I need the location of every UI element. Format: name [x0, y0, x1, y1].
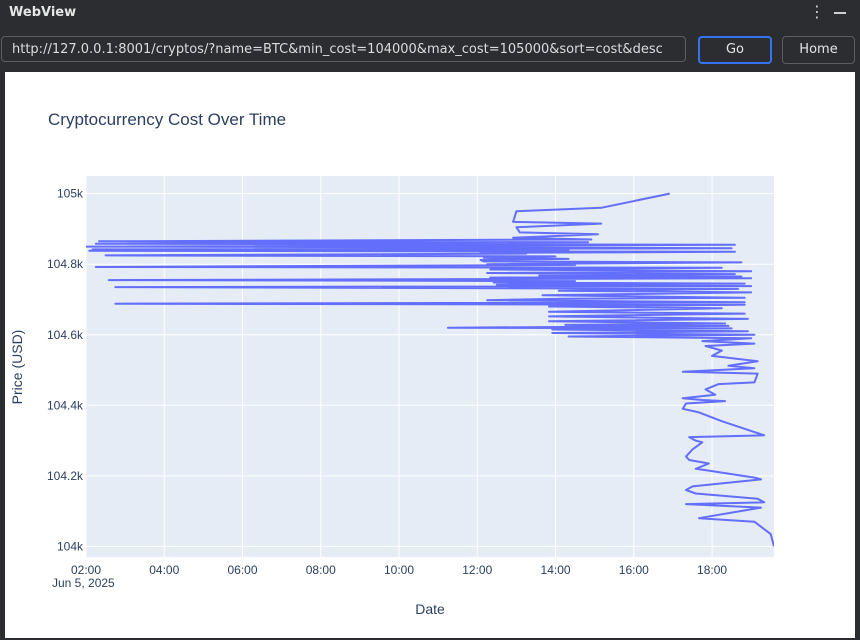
y-tick-label: 104k	[57, 539, 84, 553]
home-button[interactable]: Home	[782, 36, 855, 64]
x-axis-label: Date	[415, 601, 445, 617]
x-tick-label: 16:00	[619, 563, 649, 577]
price-line-chart: 02:00 04:00 06:00 08:00 10:00 12:00 14:00 16:00…	[9, 110, 774, 617]
x-axis-date-label: Jun 5, 2025	[52, 576, 115, 590]
y-axis-ticks: 104k 104.2k 104.4k 104.6k 104.8k 105k	[47, 187, 84, 554]
y-tick-label: 104.2k	[47, 469, 84, 483]
y-axis-label: Price (USD)	[9, 330, 25, 405]
minimize-icon[interactable]	[834, 12, 846, 14]
y-tick-label: 104.8k	[47, 257, 84, 271]
plot-area	[86, 176, 774, 557]
x-tick-label: 02:00	[71, 563, 101, 577]
y-tick-label: 105k	[57, 187, 84, 201]
window-titlebar: WebView ⋮	[0, 0, 860, 26]
web-content: 02:00 04:00 06:00 08:00 10:00 12:00 14:00 16:00…	[5, 72, 855, 638]
x-tick-label: 08:00	[306, 563, 336, 577]
x-tick-label: 14:00	[541, 563, 571, 577]
y-tick-label: 104.6k	[47, 328, 84, 342]
vertical-dots-icon[interactable]: ⋮	[809, 3, 825, 21]
y-tick-label: 104.4k	[47, 398, 84, 412]
chart-title: Cryptocurrency Cost Over Time	[48, 110, 286, 129]
url-input[interactable]: http://127.0.0.1:8001/cryptos/?name=BTC&…	[1, 36, 686, 62]
go-button[interactable]: Go	[698, 36, 772, 64]
x-axis-ticks: 02:00 04:00 06:00 08:00 10:00 12:00 14:00 16:00…	[71, 563, 727, 577]
x-tick-label: 10:00	[384, 563, 414, 577]
window-title: WebView	[9, 5, 77, 20]
x-tick-label: 12:00	[462, 563, 492, 577]
x-tick-label: 18:00	[697, 563, 727, 577]
x-tick-label: 06:00	[227, 563, 257, 577]
x-tick-label: 04:00	[149, 563, 179, 577]
